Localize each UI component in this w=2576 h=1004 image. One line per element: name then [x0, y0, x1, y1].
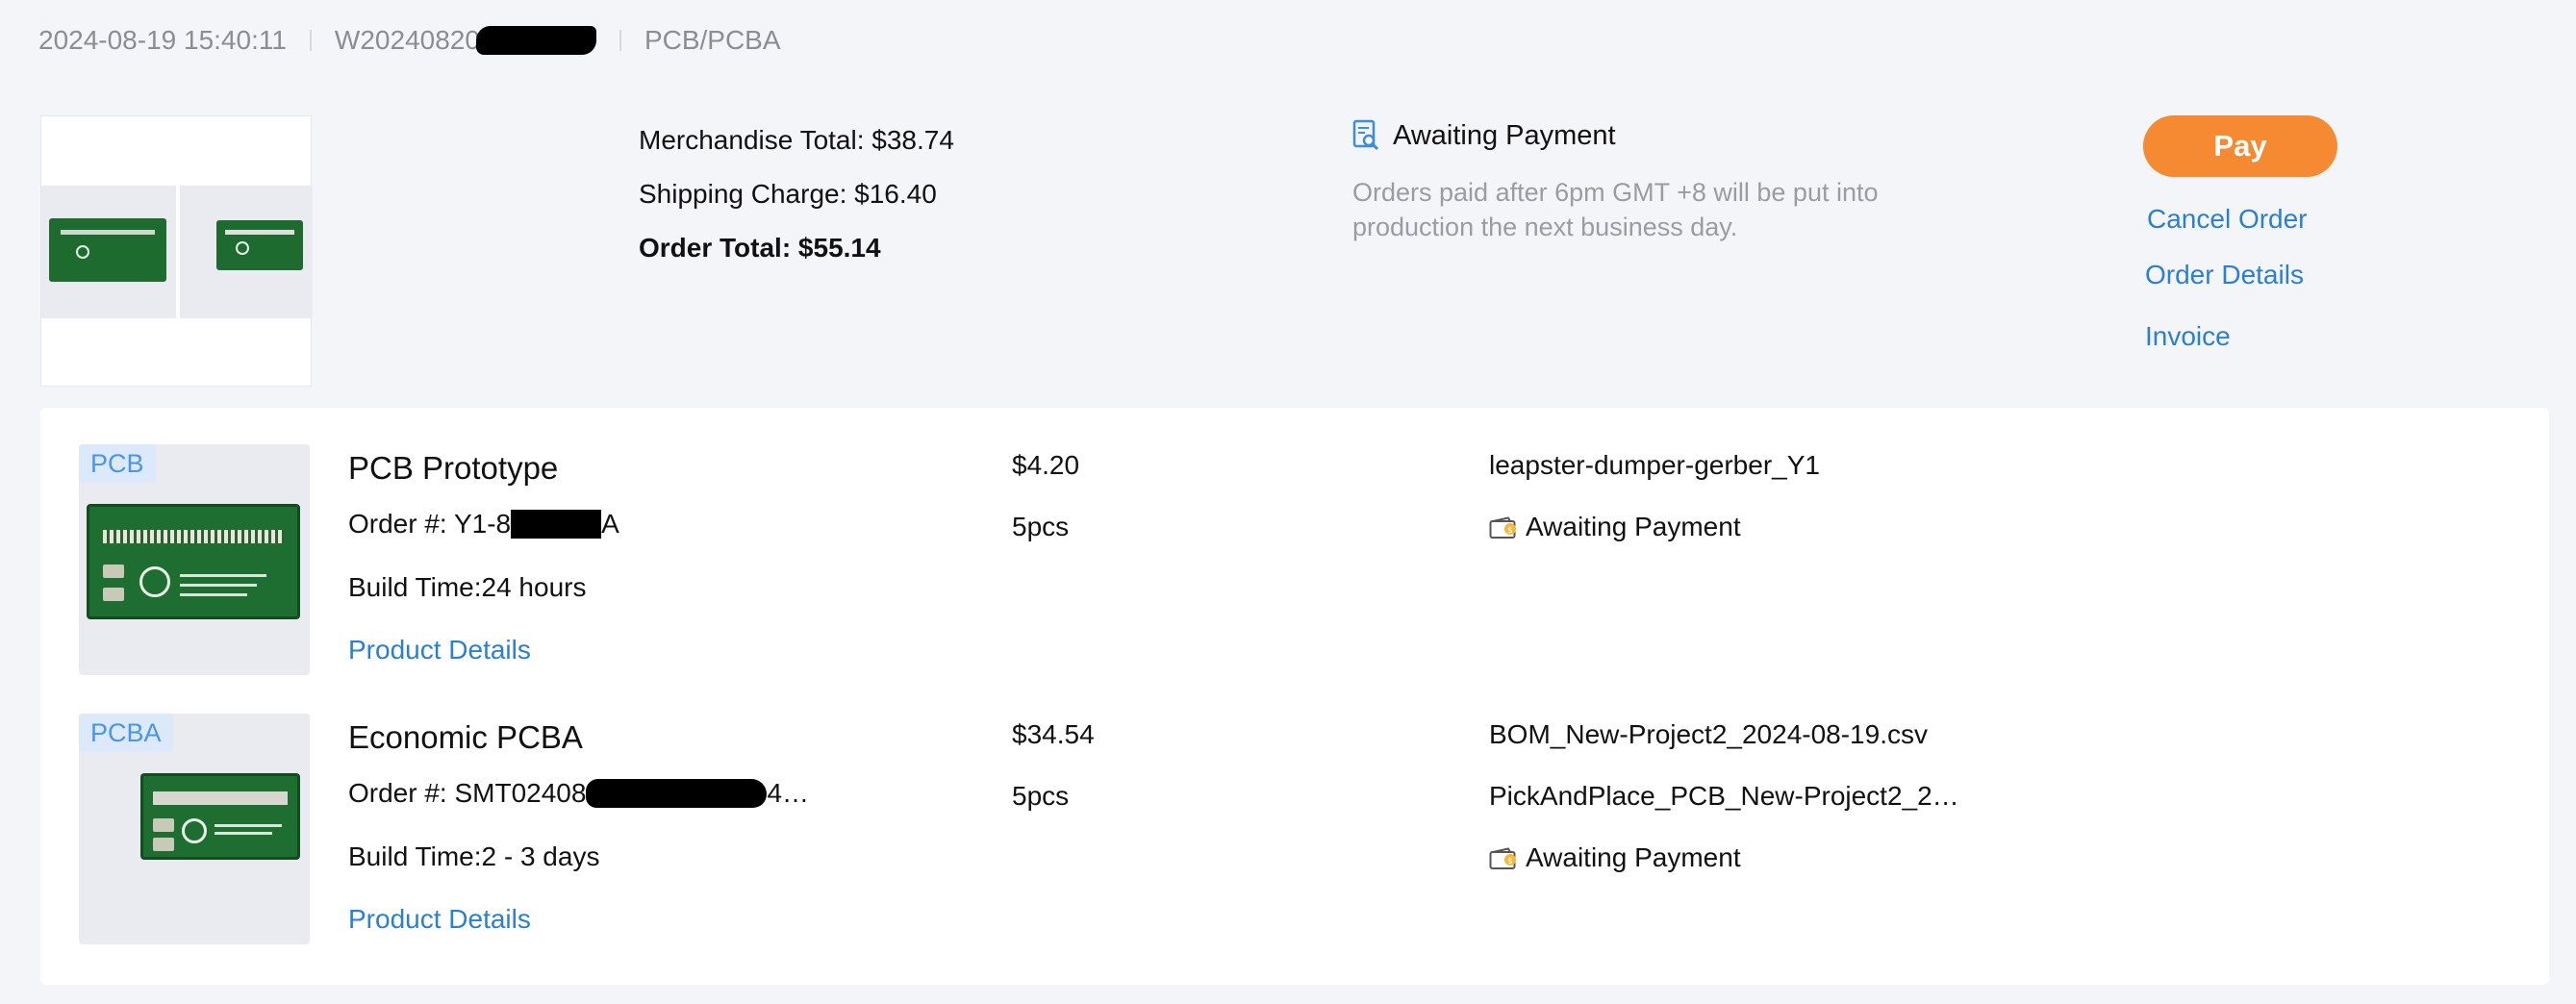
order-items-panel: PCB PCB Prototype Order #: Y1-8 A Build …	[40, 408, 2549, 985]
product-details-link[interactable]: Product Details	[348, 889, 809, 950]
item-info: Economic PCBA Order #: SMT02408 4… Build…	[348, 714, 809, 950]
file-name: leapster-dumper-gerber_Y1	[1489, 450, 1820, 480]
item-order-number: Order #: SMT02408 4…	[348, 762, 809, 825]
order-header: 2024-08-19 15:40:11 W20240820 PCB/PCBA	[38, 21, 781, 60]
pcb-board-image	[49, 218, 166, 282]
order-status: Awaiting Payment Orders paid after 6pm G…	[1352, 113, 1891, 244]
item-status-label: Awaiting Payment	[1526, 512, 1741, 541]
order-number-suffix: A	[601, 509, 619, 539]
status-label: Awaiting Payment	[1393, 119, 1616, 151]
wallet-icon: $	[1489, 515, 1518, 539]
pay-button[interactable]: Pay	[2143, 115, 2337, 177]
redaction-mark	[475, 26, 596, 55]
item-order-number: Order #: Y1-8 A	[348, 492, 619, 556]
merchandise-total: Merchandise Total: $38.74	[639, 125, 954, 155]
pcb-thumbnail	[41, 186, 176, 318]
item-type-tag: PCB	[79, 444, 156, 483]
item-files-column: BOM_New-Project2_2024-08-19.csv PickAndP…	[1489, 714, 1959, 879]
divider	[619, 30, 621, 51]
invoice-link[interactable]: Invoice	[2145, 321, 2231, 352]
order-details-link[interactable]: Order Details	[2145, 260, 2304, 290]
item-price-column: $34.54 5pcs	[1012, 714, 1095, 837]
file-name: PickAndPlace_PCB_New-Project2_2…	[1489, 781, 1959, 811]
item-info: PCB Prototype Order #: Y1-8 A Build Time…	[348, 444, 619, 681]
order-actions: Pay Cancel Order Order Details Invoice	[2143, 115, 2337, 351]
item-thumbnail[interactable]: PCB	[79, 444, 310, 675]
product-details-link[interactable]: Product Details	[348, 619, 619, 681]
order-item-pcba: PCBA Economic PCBA Order #: SMT02408 4…	[40, 714, 2549, 964]
wallet-icon: $	[1489, 846, 1518, 869]
redaction-mark	[586, 779, 768, 808]
item-type-tag: PCBA	[79, 714, 173, 752]
item-quantity: 5pcs	[1012, 781, 1070, 811]
shipping-charge: Shipping Charge: $16.40	[639, 179, 937, 209]
order-card: 2024-08-19 15:40:11 W20240820 PCB/PCBA M…	[0, 0, 2576, 1004]
item-status-label: Awaiting Payment	[1526, 842, 1741, 872]
item-build-time: Build Time:2 - 3 days	[348, 841, 600, 871]
redaction-mark	[511, 510, 602, 539]
item-status: $ Awaiting Payment	[1489, 506, 1820, 548]
svg-text:$: $	[1507, 526, 1513, 536]
item-price: $34.54	[1012, 719, 1095, 749]
item-quantity: 5pcs	[1012, 512, 1070, 541]
order-number-suffix: 4…	[767, 778, 810, 808]
order-item-pcb: PCB PCB Prototype Order #: Y1-8 A Build …	[40, 444, 2549, 694]
item-thumbnail[interactable]: PCBA	[79, 714, 310, 944]
pcba-thumbnail	[180, 186, 313, 318]
order-number-prefix: Order #: Y1-8	[348, 509, 512, 539]
item-status: $ Awaiting Payment	[1489, 837, 1959, 879]
divider	[309, 30, 312, 51]
pcb-board-image	[87, 504, 300, 619]
item-price: $4.20	[1012, 450, 1080, 480]
item-build-time: Build Time:24 hours	[348, 572, 587, 602]
svg-text:$: $	[1507, 857, 1513, 866]
item-title: PCB Prototype	[348, 450, 559, 486]
pcba-board-image	[216, 220, 303, 270]
order-thumbnail[interactable]	[40, 115, 313, 387]
status-note: Orders paid after 6pm GMT +8 will be put…	[1352, 178, 1879, 241]
order-number: W20240820	[334, 25, 480, 55]
document-search-icon	[1352, 119, 1379, 152]
order-total: Order Total: $55.14	[639, 233, 881, 263]
pcba-board-image	[140, 773, 300, 860]
order-totals: Merchandise Total: $38.74 Shipping Charg…	[639, 113, 954, 275]
item-title: Economic PCBA	[348, 719, 583, 755]
order-datetime: 2024-08-19 15:40:11	[38, 25, 287, 55]
cancel-order-link[interactable]: Cancel Order	[2147, 204, 2308, 235]
file-name: BOM_New-Project2_2024-08-19.csv	[1489, 719, 1928, 749]
order-number-prefix: Order #: SMT02408	[348, 778, 587, 808]
order-category: PCB/PCBA	[644, 25, 781, 55]
item-price-column: $4.20 5pcs	[1012, 444, 1079, 567]
item-files-column: leapster-dumper-gerber_Y1 $ Awaiting Pay…	[1489, 444, 1820, 548]
